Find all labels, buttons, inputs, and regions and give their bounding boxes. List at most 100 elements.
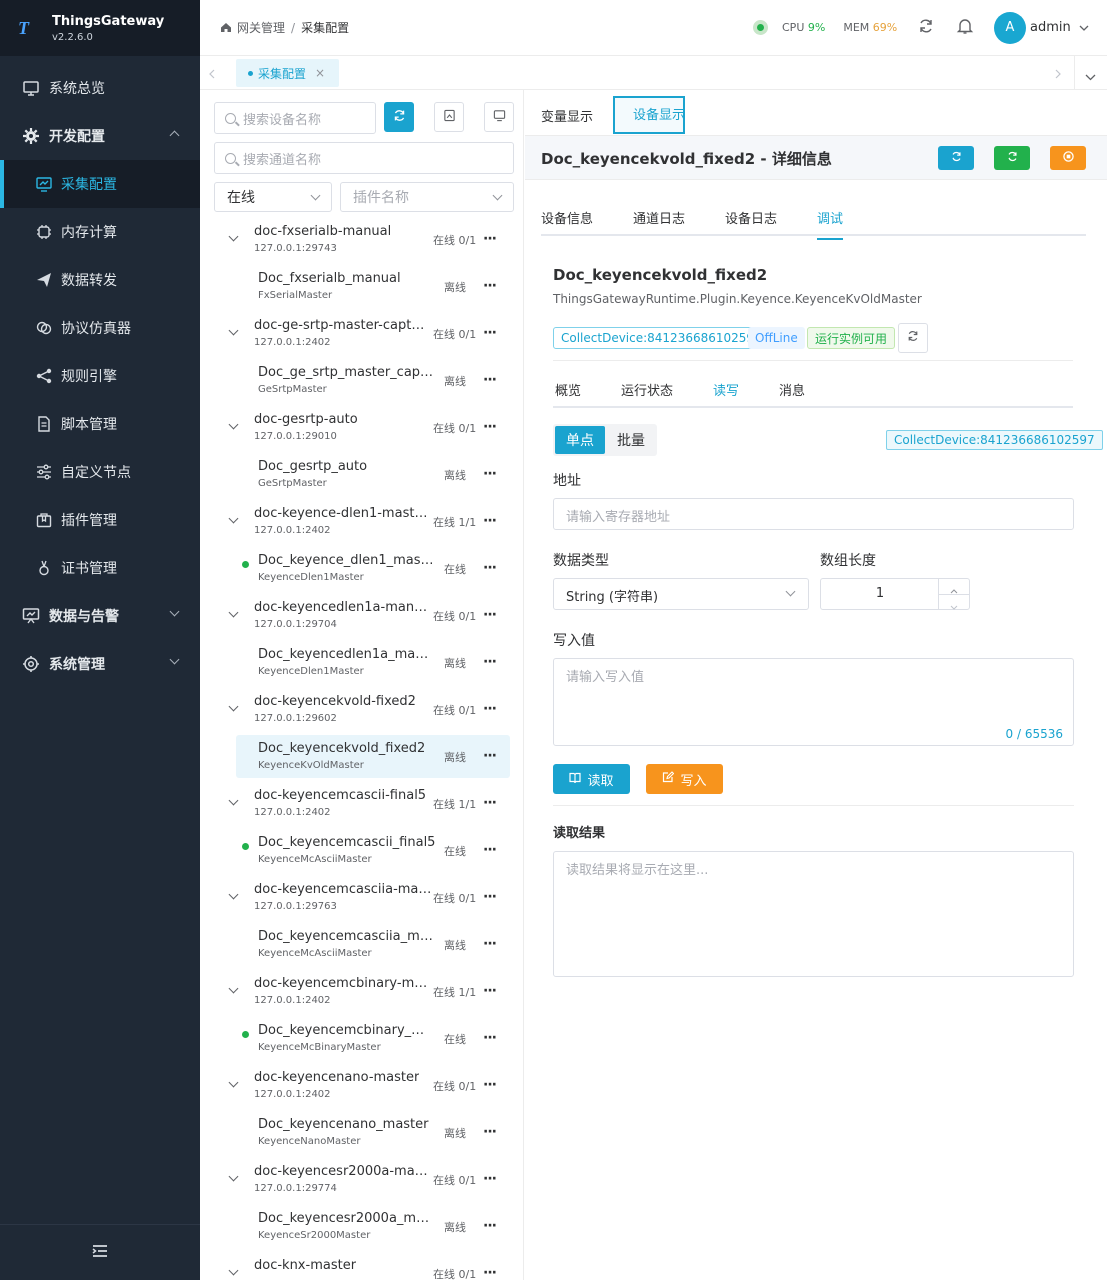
tree-device-node[interactable]: Doc_keyencedlen1a_manual KeyenceDlen1Mast… bbox=[200, 646, 518, 693]
chevron-down-icon[interactable] bbox=[228, 1265, 239, 1276]
tree-device-node[interactable]: Doc_keyencenano_master KeyenceNanoMaster 离… bbox=[200, 1116, 518, 1163]
more-icon[interactable]: ··· bbox=[483, 231, 497, 247]
tab-read-write[interactable]: 读写 bbox=[713, 380, 739, 399]
nav-item-data-forward[interactable]: 数据转发 bbox=[0, 256, 200, 304]
more-icon[interactable]: ··· bbox=[483, 466, 497, 482]
more-icon[interactable]: ··· bbox=[483, 654, 497, 670]
tree-device-node[interactable]: Doc_keyencemcasciia_manual KeyenceMcAscii… bbox=[200, 928, 518, 975]
tab-messages[interactable]: 消息 bbox=[779, 380, 805, 399]
more-icon[interactable]: ··· bbox=[483, 372, 497, 388]
more-icon[interactable]: ··· bbox=[483, 1218, 497, 1234]
nav-item-custom-node[interactable]: 自定义节点 bbox=[0, 448, 200, 496]
tree-channel-node[interactable]: doc-keyencekvold-fixed2 127.0.0.1:29602 在线… bbox=[200, 693, 518, 740]
tab-device-view[interactable]: 设备显示 bbox=[613, 96, 686, 134]
array-length-input[interactable]: 1 bbox=[820, 578, 970, 610]
chevron-right-icon[interactable] bbox=[1055, 68, 1061, 83]
read-result-textarea[interactable]: 读取结果将显示在这里... bbox=[553, 851, 1074, 977]
tab-device-info[interactable]: 设备信息 bbox=[541, 208, 593, 227]
refresh-tree-button[interactable] bbox=[384, 102, 414, 132]
more-icon[interactable]: ··· bbox=[483, 889, 497, 905]
nav-item-protocol-sim[interactable]: 协议仿真器 bbox=[0, 304, 200, 352]
search-device-input[interactable]: 搜索设备名称 bbox=[214, 102, 376, 134]
search-channel-input[interactable]: 搜索通道名称 bbox=[214, 142, 514, 174]
more-icon[interactable]: ··· bbox=[483, 795, 497, 811]
tree-device-node[interactable]: Doc_keyencemcbinary_master KeyenceMcBinar… bbox=[200, 1022, 518, 1069]
more-icon[interactable]: ··· bbox=[483, 1030, 497, 1046]
close-icon[interactable]: × bbox=[315, 66, 325, 80]
tree-device-node[interactable]: Doc_fxserialb_manual FxSerialMaster 离线 ··· bbox=[200, 270, 518, 317]
more-icon[interactable]: ··· bbox=[483, 1171, 497, 1187]
tree-channel-node[interactable]: doc-keyencemcbinary-mas... 127.0.0.1:2402… bbox=[200, 975, 518, 1022]
bell-icon[interactable] bbox=[956, 17, 974, 39]
tree-device-node[interactable]: Doc_gesrtp_auto GeSrtpMaster 离线 ··· bbox=[200, 458, 518, 505]
more-icon[interactable]: ··· bbox=[483, 419, 497, 435]
tree-channel-node[interactable]: doc-fxserialb-manual 127.0.0.1:29743 在线 0/… bbox=[200, 223, 518, 270]
tree-device-node[interactable]: Doc_ge_srtp_master_capture4 GeSrtpMaster 离… bbox=[200, 364, 518, 411]
read-button[interactable]: 读取 bbox=[553, 764, 630, 794]
datatype-select[interactable]: String (字符串) bbox=[553, 578, 809, 610]
tree-channel-node[interactable]: doc-keyencenano-master 127.0.0.1:2402 在线 0… bbox=[200, 1069, 518, 1116]
chevron-down-icon[interactable] bbox=[1079, 20, 1089, 35]
tree-channel-node[interactable]: doc-knx-master 在线 0/1 ··· bbox=[200, 1257, 518, 1280]
tab-device-log[interactable]: 设备日志 bbox=[725, 208, 777, 227]
more-icon[interactable]: ··· bbox=[483, 701, 497, 717]
more-icon[interactable]: ··· bbox=[483, 1077, 497, 1093]
user-name[interactable]: admin bbox=[1030, 20, 1071, 35]
breadcrumb-gateway[interactable]: 网关管理 bbox=[237, 19, 285, 36]
tree-channel-node[interactable]: doc-keyencesr2000a-manual 127.0.0.1:29774… bbox=[200, 1163, 518, 1210]
more-icon[interactable]: ··· bbox=[483, 842, 497, 858]
tree-device-node[interactable]: Doc_keyencemcascii_final5 KeyenceMcAsciiM… bbox=[200, 834, 518, 881]
restart-button[interactable] bbox=[994, 146, 1030, 170]
chevron-down-icon[interactable] bbox=[228, 1171, 239, 1182]
nav-item-system-manage[interactable]: 系统管理 bbox=[0, 640, 200, 688]
chevron-down-icon[interactable] bbox=[228, 1077, 239, 1088]
mode-batch-button[interactable]: 批量 bbox=[607, 426, 655, 454]
chevron-down-icon[interactable] bbox=[228, 419, 239, 430]
plugin-select[interactable]: 插件名称 bbox=[340, 182, 514, 212]
more-icon[interactable]: ··· bbox=[483, 983, 497, 999]
more-icon[interactable]: ··· bbox=[483, 607, 497, 623]
chevron-down-icon[interactable] bbox=[228, 325, 239, 336]
nav-item-cert-manage[interactable]: 证书管理 bbox=[0, 544, 200, 592]
chevron-down-icon[interactable] bbox=[228, 231, 239, 242]
status-select[interactable]: 在线 bbox=[214, 182, 332, 212]
tab-overview[interactable]: 概览 bbox=[555, 380, 581, 399]
more-icon[interactable]: ··· bbox=[483, 560, 497, 576]
nav-item-plugin-manage[interactable]: 插件管理 bbox=[0, 496, 200, 544]
tree-channel-node[interactable]: doc-keyence-dlen1-master-... 127.0.0.1:24… bbox=[200, 505, 518, 552]
chevron-down-icon[interactable] bbox=[228, 795, 239, 806]
tree-device-node[interactable]: Doc_keyencesr2000a_manual KeyenceSr2000Ma… bbox=[200, 1210, 518, 1257]
more-icon[interactable]: ··· bbox=[483, 748, 497, 764]
stop-button[interactable] bbox=[1050, 146, 1086, 170]
write-button[interactable]: 写入 bbox=[646, 764, 723, 794]
refresh-button[interactable] bbox=[938, 146, 974, 170]
more-icon[interactable]: ··· bbox=[483, 1124, 497, 1140]
tree-channel-node[interactable]: doc-keyencemcasciia-man... 127.0.0.1:2976… bbox=[200, 881, 518, 928]
nav-item-script-manage[interactable]: 脚本管理 bbox=[0, 400, 200, 448]
tree-channel-node[interactable]: doc-ge-srtp-master-capture4 127.0.0.1:240… bbox=[200, 317, 518, 364]
avatar[interactable]: A bbox=[994, 11, 1026, 44]
chevron-down-icon[interactable] bbox=[228, 983, 239, 994]
tab-debug[interactable]: 调试 bbox=[817, 208, 844, 240]
more-icon[interactable]: ··· bbox=[483, 1265, 497, 1280]
nav-item-dev-config[interactable]: 开发配置 bbox=[0, 112, 200, 160]
more-icon[interactable]: ··· bbox=[483, 513, 497, 529]
tree-channel-node[interactable]: doc-keyencemcascii-final5 127.0.0.1:2402 在… bbox=[200, 787, 518, 834]
chevron-down-icon[interactable] bbox=[228, 607, 239, 618]
tree-device-node[interactable]: Doc_keyencekvold_fixed2 KeyenceKvOldMaste… bbox=[200, 735, 518, 787]
tab-run-status[interactable]: 运行状态 bbox=[621, 380, 673, 399]
decrement-icon[interactable] bbox=[950, 599, 958, 614]
more-icon[interactable]: ··· bbox=[483, 936, 497, 952]
more-icon[interactable]: ··· bbox=[483, 278, 497, 294]
write-value-textarea[interactable]: 请输入写入值 0 / 65536 bbox=[553, 658, 1074, 746]
chevron-down-icon[interactable] bbox=[228, 513, 239, 524]
chevron-left-icon[interactable] bbox=[209, 68, 215, 83]
nav-item-collect-config[interactable]: 采集配置 bbox=[0, 160, 200, 208]
collapse-sidebar-button[interactable] bbox=[0, 1224, 200, 1280]
nav-item-rule-engine[interactable]: 规则引擎 bbox=[0, 352, 200, 400]
more-icon[interactable]: ··· bbox=[483, 325, 497, 341]
chevron-down-icon[interactable] bbox=[228, 889, 239, 900]
nav-item-data-alarm[interactable]: 数据与告警 bbox=[0, 592, 200, 640]
tab-channel-log[interactable]: 通道日志 bbox=[633, 208, 685, 227]
increment-icon[interactable] bbox=[950, 583, 958, 598]
